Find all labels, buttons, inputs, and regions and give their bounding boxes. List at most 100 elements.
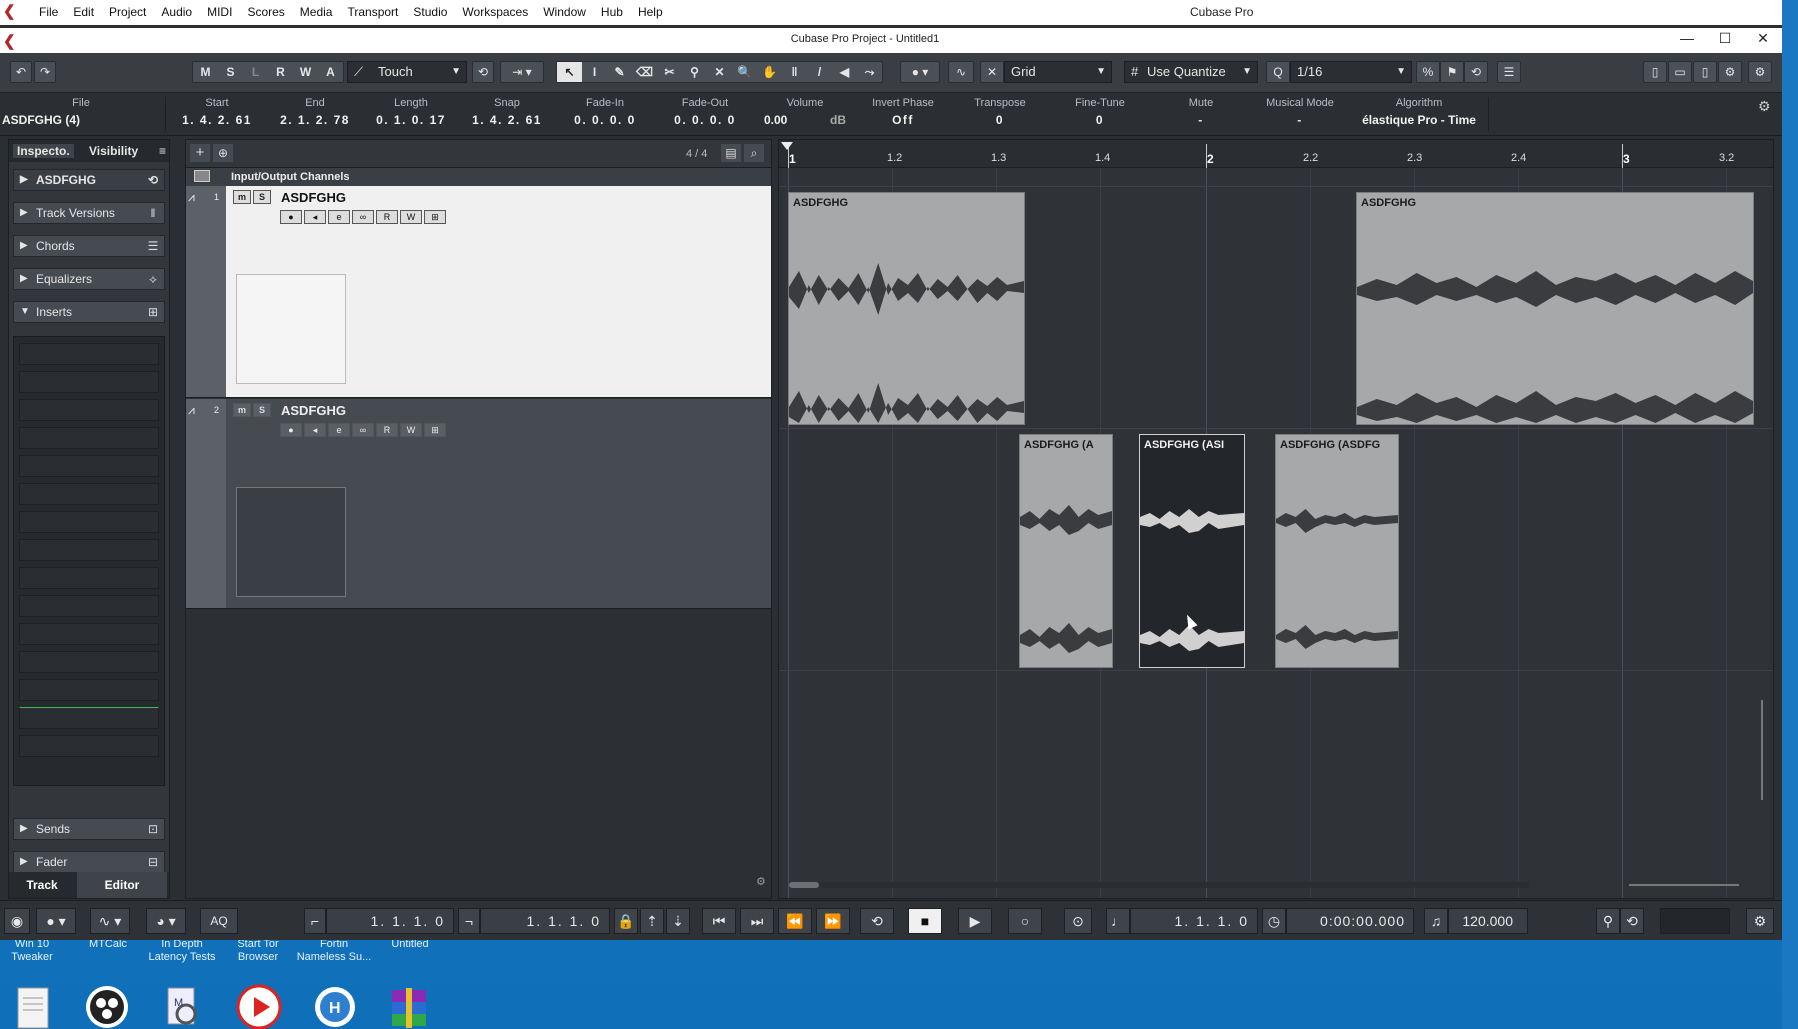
audio-performance-icon[interactable]: ∿ ▾ [90, 908, 130, 934]
marker-display[interactable] [1660, 908, 1730, 934]
lock-icon[interactable]: 🔒 [614, 908, 638, 934]
autoscroll-icon[interactable]: ⇥ ▾ [500, 61, 544, 83]
go-to-start-icon[interactable]: ⏮ [702, 908, 736, 934]
read-automation-icon[interactable]: R [376, 423, 398, 437]
insert-slot[interactable] [19, 735, 159, 757]
horizontal-zoom-slider[interactable] [1629, 884, 1739, 886]
project-cursor-marker[interactable] [781, 142, 793, 150]
track-mute-button[interactable]: m [233, 190, 251, 204]
search-icon[interactable]: ⌕ [744, 144, 764, 162]
write-automation-icon[interactable]: W [400, 210, 422, 224]
horizontal-scrollbar[interactable] [789, 882, 1529, 888]
vertical-zoom-slider[interactable] [1761, 700, 1763, 800]
tab-track[interactable]: Track [9, 872, 75, 898]
snap-icon[interactable]: ✕ [980, 61, 1004, 83]
menu-media[interactable]: Media [293, 5, 341, 19]
insert-slot[interactable] [19, 343, 159, 365]
track-name[interactable]: ASDFGHG [281, 403, 346, 418]
track-row[interactable]: ⩘ 1 m S ASDFGHG ● ◂ e ∞ R W ⊞ [186, 186, 771, 398]
close-icon[interactable]: ✕ [1748, 30, 1778, 50]
menu-project[interactable]: Project [102, 5, 154, 19]
track-list-bottom-gear-icon[interactable]: ⚙ [756, 875, 766, 888]
audio-event[interactable]: ASDFGHG [788, 192, 1025, 425]
track-list-options-icon[interactable]: ▤ [721, 144, 741, 162]
insert-slot[interactable] [19, 427, 159, 449]
listen-mode-button[interactable]: L [243, 62, 268, 82]
info-end[interactable]: End 2. 1. 2. 78 [270, 97, 360, 127]
link-icon[interactable]: ∞ [352, 210, 374, 224]
edit-channel-icon[interactable]: ⟲ [144, 171, 162, 189]
add-track-icon[interactable]: + [190, 144, 210, 162]
monitor-icon[interactable]: ◂ [304, 423, 326, 437]
sync-icon[interactable]: ⟲ [472, 61, 494, 83]
click-sync-icon[interactable]: ⟲ [1620, 908, 1644, 934]
window-layout-icon[interactable]: ⚙ [1718, 61, 1742, 83]
track-solo-button[interactable]: S [253, 190, 271, 204]
winrar-icon[interactable] [386, 984, 432, 1029]
info-mute[interactable]: Mute - [1156, 97, 1246, 127]
punch-in-icon[interactable]: ⊙ [1064, 908, 1092, 934]
audio-event[interactable]: ASDFGHG (ASDFG [1275, 434, 1399, 668]
menu-transport[interactable]: Transport [340, 5, 406, 19]
audio-event[interactable]: ASDFGHG [1356, 192, 1754, 425]
menu-hub[interactable]: Hub [594, 5, 631, 19]
transport-settings-gear-icon[interactable]: ⚙ [1746, 908, 1774, 934]
right-zone-icon[interactable]: ▯ [1693, 61, 1717, 83]
info-settings-gear-icon[interactable]: ⚙ [1758, 98, 1771, 115]
menu-studio[interactable]: Studio [406, 5, 455, 19]
info-file[interactable]: File ASDFGHG (4) [0, 97, 162, 127]
inspector-section-fader[interactable]: ▶ Fader ⊟ [13, 851, 165, 873]
insert-slot[interactable] [19, 623, 159, 645]
inspector-section-sends[interactable]: ▶ Sends ⊡ [13, 818, 165, 840]
left-zone-icon[interactable]: ▯ [1643, 61, 1667, 83]
erase-icon[interactable]: ⌫ [632, 62, 657, 82]
record-mode-icon[interactable]: ● ▾ [36, 908, 76, 934]
zoom-icon[interactable]: 🔍 [732, 62, 757, 82]
insert-slot[interactable] [19, 399, 159, 421]
project-event-display[interactable]: 1 1.2 1.3 1.4 2 2.2 2.3 2.4 3 3.2 ASDFGH… [778, 139, 1774, 899]
folder-track-row[interactable]: Input/Output Channels [186, 168, 771, 186]
left-locator-value[interactable]: 1. 1. 1. 0 [326, 908, 454, 934]
locator-swap-icon[interactable]: ⇣ [666, 908, 690, 934]
menu-edit[interactable]: Edit [66, 5, 102, 19]
ruler[interactable]: 1 1.2 1.3 1.4 2 2.2 2.3 2.4 3 3.2 [779, 140, 1773, 168]
audio-event-selected[interactable]: ASDFGHG (ASI [1139, 434, 1245, 668]
track-solo-button[interactable]: S [253, 403, 271, 417]
insert-slot[interactable] [19, 707, 159, 729]
metronome-icon[interactable]: ⚲ [1596, 908, 1620, 934]
primary-time-display[interactable]: 1. 1. 1. 0 [1130, 908, 1258, 934]
inspector-section-chords[interactable]: ▶ Chords ☰ [13, 235, 165, 257]
audio-event[interactable]: ASDFGHG (A [1019, 434, 1113, 668]
track-name[interactable]: ASDFGHG [281, 190, 346, 205]
track-row[interactable]: ⩘ 2 m S ASDFGHG ● ◂ e ∞ R W ⊞ [186, 399, 771, 609]
monitor-icon[interactable]: ◂ [304, 210, 326, 224]
desktop-label-latency[interactable]: In Depth Latency Tests [142, 938, 222, 964]
quantize-value-dropdown[interactable]: 1/16 ▼ [1290, 61, 1412, 83]
insert-slot[interactable] [19, 539, 159, 561]
desktop-label-tor[interactable]: Start Tor Browser [218, 938, 298, 964]
automation-mode-dropdown[interactable]: ⟋ Touch ▼ [347, 61, 467, 83]
inspector-section-equalizers[interactable]: ▶ Equalizers ⟡ [13, 268, 165, 290]
lower-zone-icon[interactable]: ▭ [1668, 61, 1692, 83]
link-icon[interactable]: ∞ [352, 423, 374, 437]
color-icon[interactable]: ● ▾ [900, 61, 940, 83]
glue-icon[interactable]: ⚲ [682, 62, 707, 82]
position-mode-icon[interactable]: ♩ [1106, 908, 1130, 934]
tempo-track-icon[interactable]: ♫ [1424, 908, 1448, 934]
menu-file[interactable]: File [32, 5, 66, 19]
play-icon[interactable]: ▶ [958, 908, 992, 934]
info-fadeout[interactable]: Fade-Out 0. 0. 0. 0 [660, 97, 750, 127]
a-mode-button[interactable]: A [318, 62, 343, 82]
track-mute-button[interactable]: m [233, 403, 251, 417]
write-mode-button[interactable]: W [293, 62, 318, 82]
insert-slot[interactable] [19, 651, 159, 673]
insert-slot[interactable] [19, 567, 159, 589]
record-icon[interactable]: ○ [1008, 908, 1042, 934]
menu-window[interactable]: Window [536, 5, 594, 19]
go-to-end-icon[interactable]: ⏭ [740, 908, 774, 934]
info-algorithm[interactable]: Algorithm élastique Pro - Time [1354, 97, 1484, 127]
cycle-icon[interactable]: ⟲ [860, 908, 894, 934]
stop-icon[interactable]: ■ [908, 908, 942, 934]
menu-help[interactable]: Help [631, 5, 671, 19]
minimize-icon[interactable]: — [1672, 30, 1702, 50]
